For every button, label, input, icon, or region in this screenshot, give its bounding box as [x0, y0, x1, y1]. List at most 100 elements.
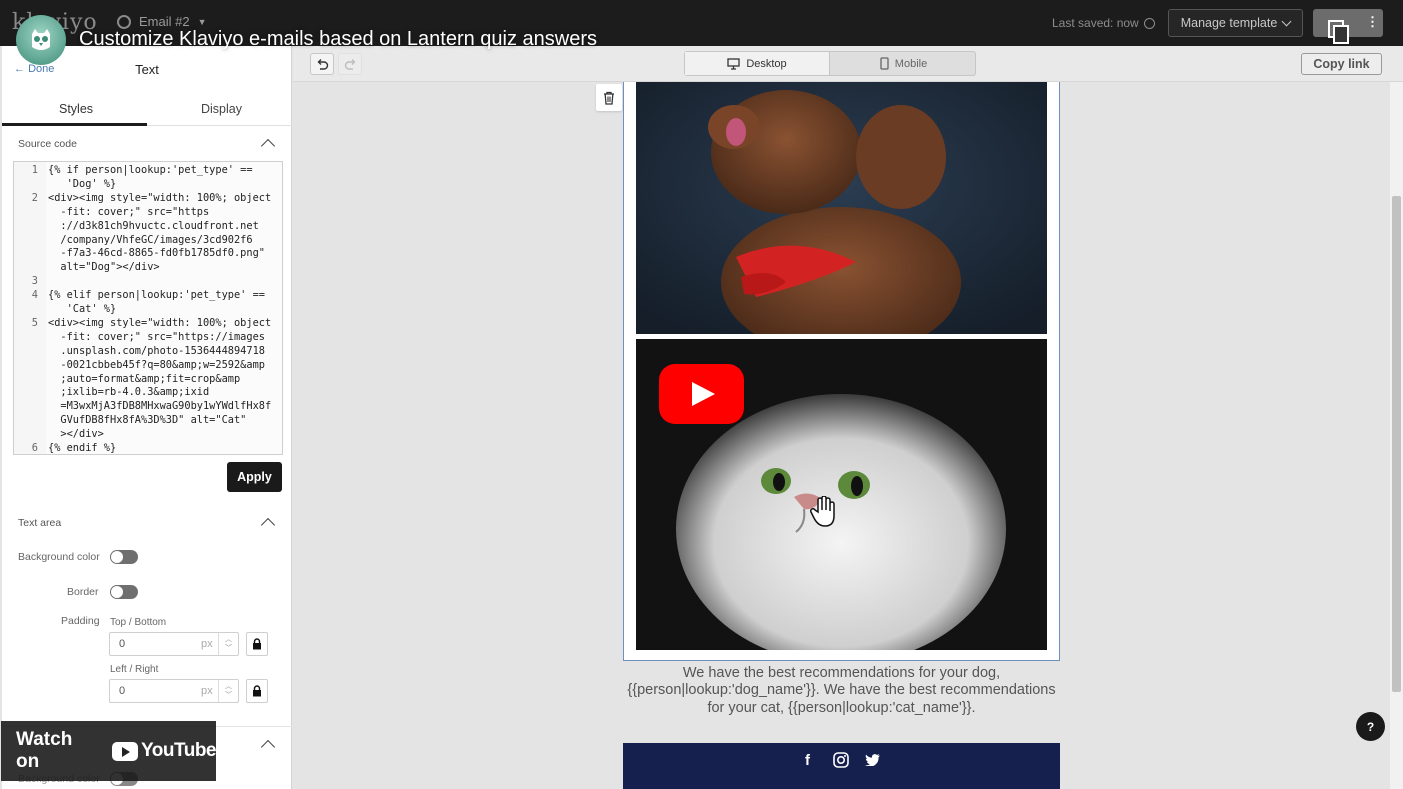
code-text: -0021cbbeb45f?q=80&amp;w=2592&amp	[48, 358, 265, 371]
redo-button[interactable]	[338, 53, 362, 75]
left-right-label: Left / Right	[110, 664, 159, 675]
copy-icon[interactable]	[1328, 20, 1350, 44]
code-text: /company/VhfeGC/images/3cd902f6	[48, 233, 253, 246]
active-tab-indicator	[2, 123, 147, 126]
chevron-up-icon[interactable]	[260, 517, 276, 533]
background-color-label: Background color	[18, 551, 100, 563]
panel-tabs: Styles Display	[2, 90, 292, 126]
dog-image	[636, 82, 1047, 334]
code-text: {% if person|lookup:'pet_type' ==	[48, 164, 253, 176]
saved-check-icon	[1143, 17, 1155, 29]
line-number: 4	[31, 289, 38, 302]
stepper-icon[interactable]: ︿ ﹀	[218, 633, 239, 655]
last-saved-status: Last saved: now	[1052, 16, 1155, 30]
scrollbar-thumb[interactable]	[1392, 196, 1401, 692]
line-number: 2	[31, 191, 38, 204]
device-toggle: Desktop Mobile	[684, 51, 976, 76]
source-code-editor[interactable]: 1 {% if person|lookup:'pet_type' == 'Dog'…	[13, 161, 283, 455]
trash-icon	[604, 91, 614, 105]
manage-template-button[interactable]: Manage template	[1168, 9, 1303, 37]
code-text: -fit: cover;" src="https://images	[48, 330, 265, 343]
padding-lock-button[interactable]	[246, 632, 268, 656]
padding-top-bottom-input[interactable]: 0 px ︿ ﹀	[109, 632, 239, 656]
line-number-gutter	[14, 162, 46, 454]
line-number: 6	[31, 442, 38, 454]
code-text: GVufDB8fHx8fA%3D%3D" alt="Cat"	[48, 414, 247, 427]
code-text: 'Cat' %}	[48, 303, 117, 315]
code-text: ://d3k81ch9hvuctc.cloudfront.net	[48, 219, 259, 232]
facebook-icon[interactable]: f	[805, 752, 810, 769]
chevron-up-icon[interactable]	[260, 739, 276, 755]
code-text: alt="Dog"></div>	[48, 261, 160, 274]
watch-on-youtube-button[interactable]: Watch on YouTube	[1, 721, 216, 781]
caret-down-icon: ▼	[197, 16, 207, 27]
youtube-play-icon	[112, 741, 139, 761]
lock-icon	[253, 685, 261, 697]
mobile-view-button[interactable]: Mobile	[831, 52, 976, 75]
mobile-label: Mobile	[894, 57, 928, 70]
youtube-logo: YouTube	[112, 740, 216, 762]
code-text: ;ixlib=rb-4.0.3&amp;ixid	[48, 386, 210, 399]
status-check-icon	[117, 14, 131, 29]
code-text: -f7a3-46cd-8865-fd0fb1785df0.png"	[48, 247, 265, 260]
tab-styles[interactable]: Styles	[59, 102, 93, 116]
delete-block-button[interactable]	[596, 84, 622, 111]
text-area-heading: Text area	[18, 517, 62, 529]
background-color-toggle[interactable]	[110, 550, 138, 564]
left-panel: ← Done Text Styles Display Source code 1…	[2, 46, 292, 789]
code-text: .unsplash.com/photo-1536444894718	[48, 344, 265, 357]
last-saved-text: Last saved: now	[1052, 16, 1139, 30]
padding-top-bottom-value: 0	[119, 638, 126, 650]
line-number: 3	[31, 275, 38, 288]
line-number: 5	[31, 316, 38, 329]
code-text: {% elif person|lookup:'pet_type' ==	[48, 289, 265, 302]
desktop-label: Desktop	[746, 57, 787, 70]
code-text: 'Dog' %}	[48, 177, 117, 190]
email-name-label: Email #2	[139, 14, 190, 29]
padding-label: Padding	[61, 615, 100, 627]
play-button[interactable]	[659, 364, 744, 424]
code-text: -fit: cover;" src="https	[48, 205, 210, 218]
desktop-icon	[727, 57, 740, 70]
px-unit: px	[201, 685, 213, 697]
chevron-down-icon	[1281, 16, 1292, 26]
code-text: ;auto=format&amp;fit=crop&amp	[48, 372, 241, 385]
code-text: <div><img style="width: 100%; object	[48, 316, 272, 329]
lock-icon	[253, 638, 261, 650]
email-name-selector[interactable]: Email #2 ▼	[117, 14, 207, 29]
tab-display[interactable]: Display	[201, 102, 242, 116]
redo-icon	[344, 58, 355, 70]
page: klaviyo Email #2 ▼ Last saved: now Manag…	[0, 0, 1403, 789]
line-number: 1	[31, 164, 38, 176]
code-text: {% endif %}	[48, 442, 117, 454]
copy-link-button[interactable]: Copy link	[1301, 53, 1382, 75]
instagram-icon[interactable]	[833, 752, 849, 768]
more-options-icon[interactable]: ⋮	[1366, 14, 1379, 30]
chevron-up-icon[interactable]	[260, 138, 276, 154]
padding-left-right-input[interactable]: 0 px ︿ ﹀	[109, 679, 239, 703]
top-bottom-label: Top / Bottom	[110, 617, 167, 628]
padding-lock-button[interactable]	[246, 679, 268, 703]
source-code-heading: Source code	[18, 138, 77, 150]
video-title[interactable]: Customize Klaviyo e-mails based on Lante…	[79, 28, 597, 51]
hand-cursor-icon	[810, 496, 835, 527]
undo-icon	[317, 58, 328, 70]
stepper-icon[interactable]: ︿ ﹀	[218, 680, 239, 702]
desktop-view-button[interactable]: Desktop	[685, 52, 830, 75]
owl-icon	[32, 29, 50, 50]
px-unit: px	[201, 638, 213, 650]
code-text: <div><img style="width: 100%; object	[48, 191, 272, 204]
mobile-icon	[880, 57, 889, 70]
help-button[interactable]: ?	[1356, 712, 1385, 741]
code-text: =M3wxMjA3fDB8MHxwaG90by1wYWdlfHx8f	[48, 400, 272, 413]
border-toggle[interactable]	[110, 585, 138, 599]
email-body-text[interactable]: We have the best recommendations for you…	[623, 665, 1060, 717]
undo-button[interactable]	[310, 53, 334, 75]
apply-button[interactable]: Apply	[227, 462, 282, 492]
code-text: ></div>	[48, 428, 104, 441]
watch-on-label: Watch on	[16, 729, 73, 772]
padding-left-right-value: 0	[119, 685, 126, 697]
canvas-toolbar: Desktop Mobile	[293, 46, 1403, 82]
channel-avatar[interactable]	[16, 15, 66, 65]
twitter-icon[interactable]	[865, 754, 880, 766]
